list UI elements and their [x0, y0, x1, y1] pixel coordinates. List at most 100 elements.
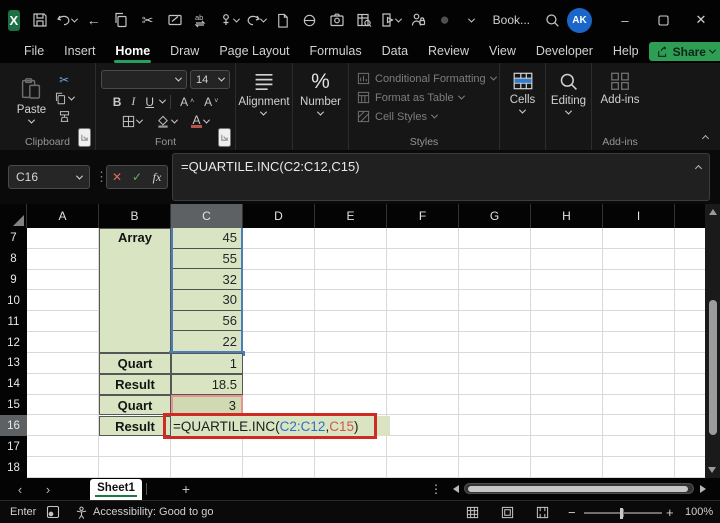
cell-A11[interactable] — [27, 311, 99, 333]
cell-E14[interactable] — [315, 373, 387, 395]
cell-C7[interactable]: 45 — [173, 228, 241, 249]
row-header-8[interactable]: 8 — [0, 248, 27, 270]
cell-D18[interactable] — [243, 457, 315, 478]
cell-C12[interactable]: 22 — [173, 331, 241, 351]
scroll-up-icon[interactable] — [708, 209, 717, 215]
vertical-scrollbar-thumb[interactable] — [708, 300, 717, 435]
row-header-10[interactable]: 10 — [0, 290, 27, 312]
cell-D8[interactable] — [243, 248, 315, 270]
camera-icon[interactable] — [325, 8, 349, 32]
cell-F7[interactable] — [387, 228, 459, 249]
font-name-select[interactable] — [101, 70, 187, 89]
cell-E11[interactable] — [315, 311, 387, 333]
touch-mode-icon[interactable] — [217, 8, 241, 32]
cell-I16[interactable] — [603, 415, 675, 437]
cell-F18[interactable] — [387, 457, 459, 478]
zoom-slider-thumb[interactable] — [619, 507, 623, 519]
cell-G14[interactable] — [459, 373, 531, 395]
tab-file[interactable]: File — [14, 41, 54, 63]
cell-I12[interactable] — [603, 332, 675, 353]
cell-E17[interactable] — [315, 436, 387, 458]
cell-D7[interactable] — [243, 228, 315, 249]
pen-color-icon[interactable]: ● — [433, 8, 457, 32]
cell-H12[interactable] — [531, 332, 603, 353]
cell-I9[interactable] — [603, 269, 675, 291]
cell-F10[interactable] — [387, 290, 459, 312]
cell-B15[interactable]: Quart — [99, 394, 171, 416]
excel-logo-icon[interactable]: X — [8, 9, 20, 31]
cell-F8[interactable] — [387, 248, 459, 270]
cell-H18[interactable] — [531, 457, 603, 478]
cell-G8[interactable] — [459, 248, 531, 270]
cell-partial13[interactable] — [675, 352, 705, 374]
cell-B16[interactable]: Result — [99, 415, 171, 437]
cell-I7[interactable] — [603, 228, 675, 249]
page-break-view-icon[interactable] — [536, 501, 549, 523]
cell-G13[interactable] — [459, 352, 531, 374]
normal-view-icon[interactable] — [466, 501, 479, 523]
format-painter-button[interactable] — [50, 109, 78, 124]
row-header-7[interactable]: 7 — [0, 228, 27, 249]
cell-C8[interactable]: 55 — [173, 249, 241, 270]
cell-I14[interactable] — [603, 373, 675, 395]
cell-H8[interactable] — [531, 248, 603, 270]
horizontal-scrollbar-thumb[interactable] — [468, 485, 688, 492]
tab-help[interactable]: Help — [603, 41, 649, 63]
row-header-18[interactable]: 18 — [0, 457, 27, 478]
cell-G15[interactable] — [459, 394, 531, 416]
cell-D13[interactable] — [243, 352, 315, 374]
cell-I8[interactable] — [603, 248, 675, 270]
scroll-right-icon[interactable] — [700, 485, 706, 493]
cell-A8[interactable] — [27, 248, 99, 270]
cell-partial10[interactable] — [675, 290, 705, 312]
cell-E18[interactable] — [315, 457, 387, 478]
cell-B14[interactable]: Result — [99, 373, 171, 395]
cell-I15[interactable] — [603, 394, 675, 416]
cell-F15[interactable] — [387, 394, 459, 416]
cell-partial8[interactable] — [675, 248, 705, 270]
cell-E9[interactable] — [315, 269, 387, 291]
addins-button[interactable]: Add-ins — [601, 63, 640, 143]
cell-C10[interactable]: 30 — [173, 290, 241, 311]
cell-F11[interactable] — [387, 311, 459, 333]
cell-F9[interactable] — [387, 269, 459, 291]
macro-record-icon[interactable] — [46, 501, 60, 523]
add-sheet-button[interactable]: + — [176, 478, 196, 500]
cells-button[interactable]: Cells — [510, 63, 535, 143]
row-header-12[interactable]: 12 — [0, 332, 27, 353]
cell-A18[interactable] — [27, 457, 99, 478]
column-header-C[interactable]: C — [171, 204, 243, 228]
tab-view[interactable]: View — [479, 41, 526, 63]
cell-partial16[interactable] — [675, 415, 705, 437]
cell-B7-array-label[interactable]: Array — [99, 228, 171, 353]
permissions-lock-icon[interactable] — [406, 8, 430, 32]
cell-I11[interactable] — [603, 311, 675, 333]
cell-E7[interactable] — [315, 228, 387, 249]
underline-button[interactable]: U — [141, 94, 158, 110]
cell-partial12[interactable] — [675, 332, 705, 353]
cell-partial9[interactable] — [675, 269, 705, 291]
cut-button[interactable]: ✂ — [50, 72, 78, 88]
scroll-left-icon[interactable] — [453, 485, 459, 493]
cell-A14[interactable] — [27, 373, 99, 395]
cell-partial14[interactable] — [675, 373, 705, 395]
sheet-tab-sheet1[interactable]: Sheet1 — [90, 479, 142, 500]
cell-B18[interactable] — [99, 457, 171, 478]
italic-button[interactable]: I — [127, 93, 139, 110]
collapse-ribbon-button[interactable] — [701, 129, 710, 144]
column-header-F[interactable]: F — [387, 204, 459, 228]
zoom-out-button[interactable]: − — [568, 501, 576, 523]
cell-I18[interactable] — [603, 457, 675, 478]
cell-E8[interactable] — [315, 248, 387, 270]
cell-B13[interactable]: Quart — [99, 353, 171, 374]
cell-H14[interactable] — [531, 373, 603, 395]
cell-G17[interactable] — [459, 436, 531, 458]
save-icon[interactable] — [28, 8, 52, 32]
select-all-button[interactable] — [0, 204, 27, 228]
cell-F13[interactable] — [387, 352, 459, 374]
cell-H7[interactable] — [531, 228, 603, 249]
copy-icon[interactable] — [109, 8, 133, 32]
cell-F14[interactable] — [387, 373, 459, 395]
column-header-B[interactable]: B — [99, 204, 171, 228]
number-button[interactable]: % Number — [300, 63, 341, 143]
